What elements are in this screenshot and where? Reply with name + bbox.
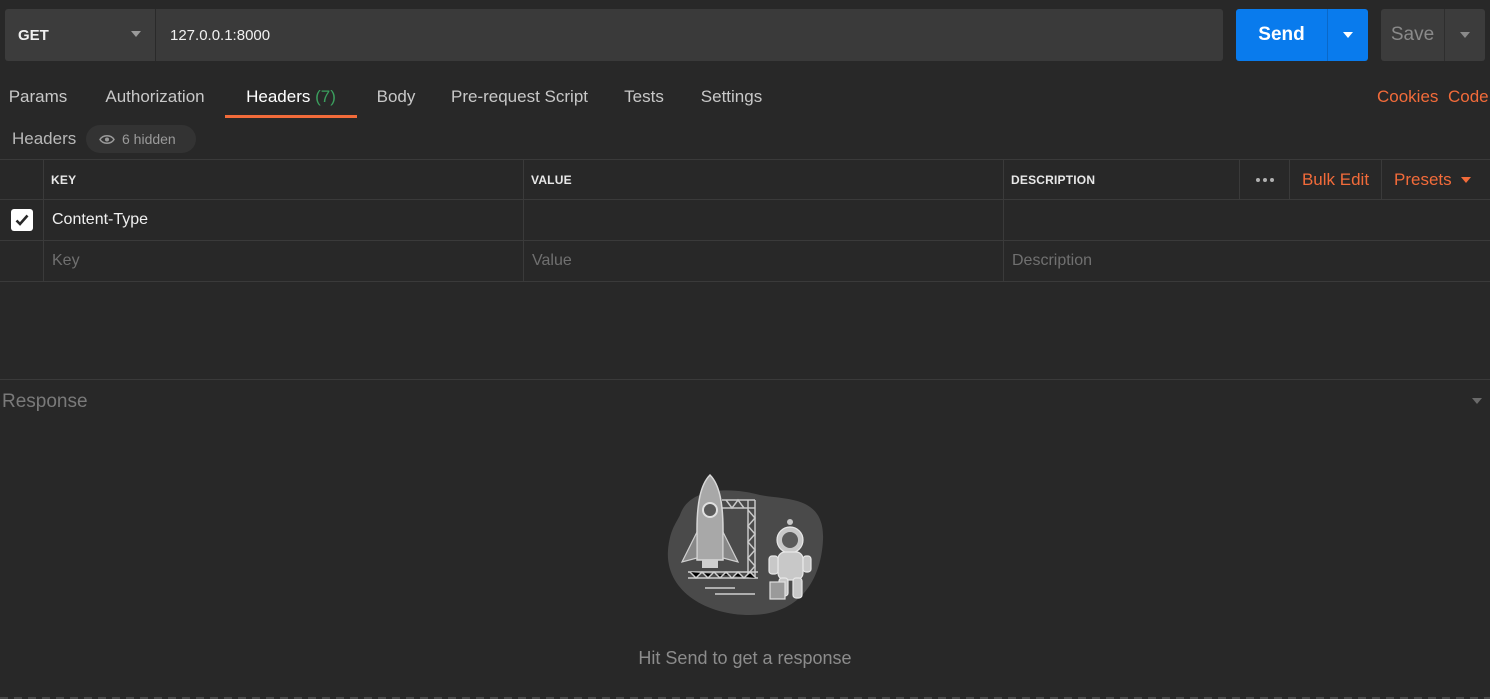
request-tabs: Params Authorization Headers (7) Body Pr… <box>0 78 1490 118</box>
tab-settings[interactable]: Settings <box>692 78 771 118</box>
section-divider[interactable] <box>0 379 1490 380</box>
chevron-down-icon[interactable] <box>1472 398 1482 404</box>
check-icon <box>15 214 28 226</box>
rocket-astronaut-illustration <box>667 473 824 615</box>
tab-count-badge: (7) <box>315 87 336 106</box>
hidden-count-label: 6 hidden <box>122 131 176 147</box>
save-button[interactable]: Save <box>1381 9 1444 61</box>
description-placeholder: Description <box>1012 252 1093 269</box>
headers-section-title: Headers <box>12 129 77 148</box>
row-checkbox[interactable] <box>10 209 33 231</box>
tab-label: Tests <box>624 87 664 106</box>
row-checkbox-cell <box>0 200 44 240</box>
column-header-description: DESCRIPTION <box>1004 160 1240 200</box>
tab-label: Params <box>8 87 68 106</box>
code-link[interactable]: Code <box>1448 87 1489 107</box>
table-header-row: KEY VALUE DESCRIPTION Bulk Edit Presets <box>0 159 1490 200</box>
presets-dropdown[interactable]: Presets <box>1382 160 1490 200</box>
dot <box>1262 178 1267 182</box>
eye-icon <box>99 134 115 144</box>
key-cell[interactable]: Content-Type <box>44 200 524 240</box>
column-header-value: VALUE <box>524 160 1004 200</box>
new-value-input[interactable]: Value <box>524 241 1004 281</box>
chevron-down-icon <box>131 31 141 37</box>
save-options-button[interactable] <box>1444 9 1485 61</box>
presets-label: Presets <box>1394 170 1452 189</box>
response-title: Response <box>2 391 88 412</box>
chevron-down-icon <box>1460 177 1471 183</box>
send-button-group: Send <box>1236 9 1368 61</box>
send-options-button[interactable] <box>1327 9 1368 61</box>
method-label: GET <box>18 26 49 44</box>
tab-label: Pre-request Script <box>451 87 588 106</box>
column-header-key: KEY <box>44 160 524 200</box>
empty-checkbox-cell <box>0 241 44 281</box>
tab-authorization[interactable]: Authorization <box>96 78 214 118</box>
new-description-input[interactable]: Description <box>1004 241 1490 281</box>
header-checkbox-col <box>0 160 44 200</box>
more-options-button[interactable] <box>1240 160 1290 200</box>
request-bar: GET 127.0.0.1:8000 Send Save <box>5 9 1485 61</box>
table-row-new: Key Value Description <box>0 241 1490 282</box>
hidden-headers-toggle[interactable]: 6 hidden <box>86 125 196 153</box>
headers-table: KEY VALUE DESCRIPTION Bulk Edit Presets … <box>0 159 1490 282</box>
tab-body[interactable]: Body <box>367 78 425 118</box>
tab-label: Headers <box>246 87 311 106</box>
url-value: 127.0.0.1:8000 <box>170 26 271 44</box>
save-button-group: Save <box>1381 9 1485 61</box>
send-button[interactable]: Send <box>1236 9 1327 61</box>
key-value: Content-Type <box>52 211 149 228</box>
cookies-link[interactable]: Cookies <box>1377 87 1438 107</box>
method-select[interactable]: GET <box>5 9 155 61</box>
tab-pre-request-script[interactable]: Pre-request Script <box>443 78 596 118</box>
tab-headers[interactable]: Headers (7) <box>225 78 357 118</box>
dot <box>1269 178 1274 182</box>
response-hint: Hit Send to get a response <box>638 648 852 668</box>
table-row: Content-Type <box>0 200 1490 241</box>
value-cell[interactable] <box>524 200 1004 240</box>
chevron-down-icon <box>1460 32 1470 38</box>
tab-label: Body <box>376 87 416 106</box>
new-key-input[interactable]: Key <box>44 241 524 281</box>
tab-params[interactable]: Params <box>0 78 76 118</box>
chevron-down-icon <box>1343 32 1353 38</box>
value-placeholder: Value <box>532 252 572 269</box>
tab-label: Authorization <box>105 87 205 106</box>
url-input[interactable]: 127.0.0.1:8000 <box>155 9 1223 61</box>
tab-tests[interactable]: Tests <box>614 78 674 118</box>
bulk-edit-button[interactable]: Bulk Edit <box>1290 160 1382 200</box>
key-placeholder: Key <box>52 252 80 269</box>
dot <box>1255 178 1260 182</box>
tab-label: Settings <box>700 87 763 106</box>
description-cell[interactable] <box>1004 200 1490 240</box>
